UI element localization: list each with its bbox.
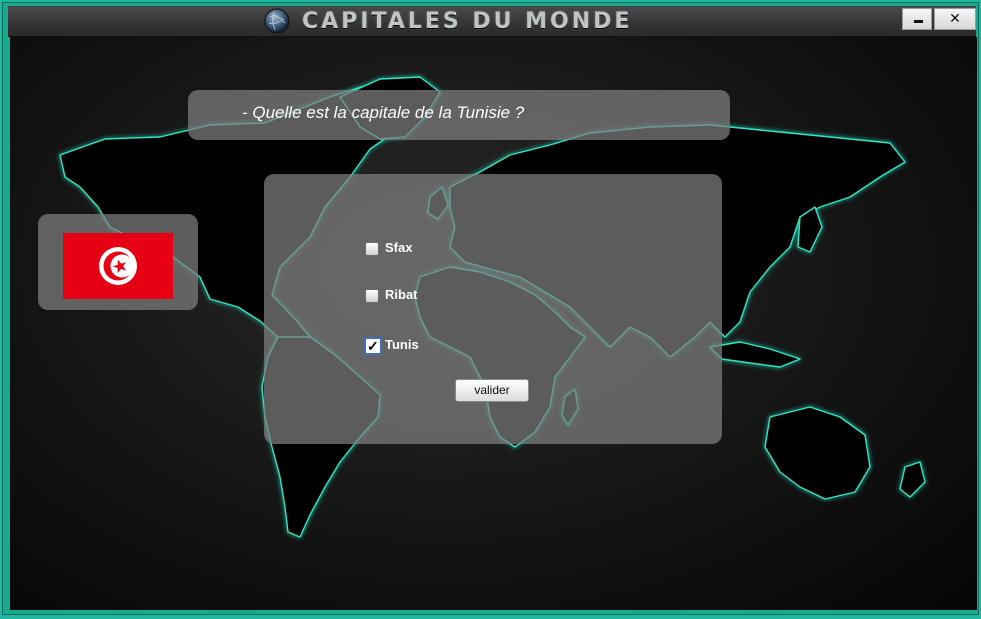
- submit-button[interactable]: valider: [455, 379, 529, 402]
- main-content: - Quelle est la capitale de la Tunisie ?…: [10, 37, 977, 610]
- option-label: Sfax: [385, 240, 413, 255]
- option-label: Ribat: [385, 287, 418, 302]
- minimize-icon: [914, 20, 923, 23]
- question-panel: - Quelle est la capitale de la Tunisie ?: [188, 90, 730, 140]
- checkmark-icon: ✓: [367, 338, 379, 354]
- answers-panel: Sfax Ribat ✓ Tunis valider: [264, 174, 722, 444]
- app-title: CAPITALES DU MONDE: [302, 9, 633, 34]
- title-bar[interactable]: CAPITALES DU MONDE ✕: [8, 6, 976, 37]
- question-text: - Quelle est la capitale de la Tunisie ?: [242, 103, 525, 122]
- checkbox-tunis[interactable]: ✓: [364, 337, 382, 355]
- checkbox-ribat[interactable]: [365, 289, 379, 303]
- minimize-button[interactable]: [902, 8, 932, 30]
- app-window: CAPITALES DU MONDE ✕ - Quelle est la cap…: [2, 2, 979, 615]
- flag-panel: [38, 214, 198, 310]
- close-icon: ✕: [949, 11, 961, 27]
- tunisia-flag-icon: [63, 233, 173, 299]
- option-label: Tunis: [385, 337, 419, 352]
- close-button[interactable]: ✕: [934, 8, 976, 30]
- checkbox-sfax[interactable]: [365, 242, 379, 256]
- globe-icon: [264, 8, 290, 34]
